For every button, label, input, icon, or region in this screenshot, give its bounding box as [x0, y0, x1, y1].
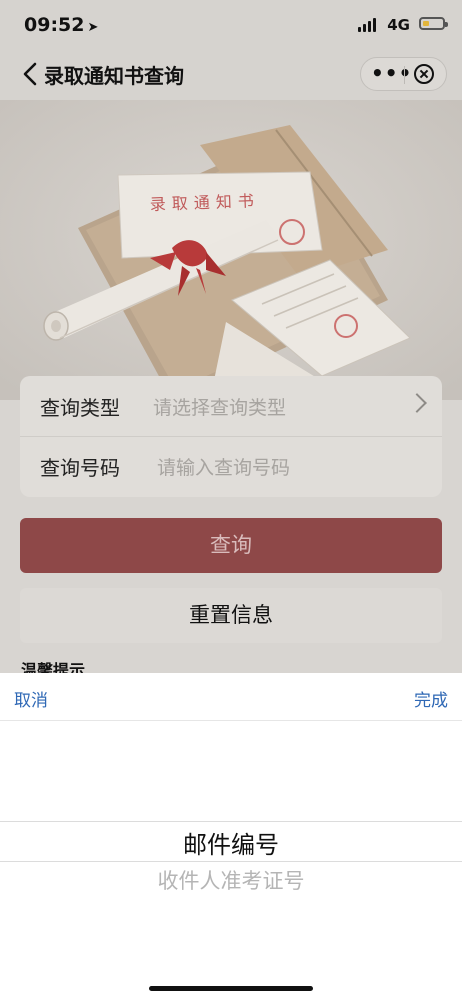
admission-letter-image: 录取通知书	[0, 100, 462, 400]
picker-option[interactable]: 收件人准考证号	[0, 865, 462, 895]
picker-option-selected[interactable]: 邮件编号	[0, 825, 462, 860]
app-screen: 09:52 ➤ 4G 录取通知书查询 ••• 录取通知书 查询类型 请选择查询类…	[0, 0, 462, 1000]
picker-cancel-button[interactable]: 取消	[14, 686, 48, 711]
status-time-text: 09:52	[24, 14, 85, 36]
close-icon[interactable]	[414, 64, 434, 84]
picker-sheet: 取消 完成 邮件编号 收件人准考证号	[0, 673, 462, 1000]
reset-button[interactable]: 重置信息	[20, 588, 442, 643]
network-type: 4G	[387, 16, 410, 34]
signal-icon	[358, 18, 378, 32]
query-number-label: 查询号码	[40, 456, 120, 480]
status-time: 09:52 ➤	[24, 14, 98, 36]
back-arrow-icon[interactable]	[20, 59, 44, 89]
tip-heading: 温馨提示	[21, 661, 86, 674]
page-title: 录取通知书查询	[44, 64, 184, 88]
home-indicator	[149, 986, 313, 991]
nav-bar: 录取通知书查询 •••	[0, 48, 462, 100]
query-type-placeholder: 请选择查询类型	[153, 397, 287, 419]
hero-illustration: 录取通知书	[0, 100, 462, 400]
miniprogram-capsule: •••	[360, 57, 447, 91]
query-number-input[interactable]: 请输入查询号码	[157, 453, 290, 480]
battery-icon	[419, 17, 448, 30]
status-bar: 09:52 ➤ 4G	[0, 0, 462, 48]
chevron-right-icon	[407, 393, 427, 413]
capsule-divider	[404, 66, 405, 84]
more-icon[interactable]: •••	[371, 62, 411, 86]
query-type-row[interactable]: 查询类型 请选择查询类型	[20, 376, 442, 437]
picker-toolbar: 取消 完成	[0, 673, 462, 721]
query-button[interactable]: 查询	[20, 518, 442, 573]
picker-highlight-top	[0, 821, 462, 822]
query-type-label: 查询类型	[40, 396, 120, 420]
query-number-row[interactable]: 查询号码 请输入查询号码	[20, 436, 442, 496]
hero-letter-text: 录取通知书	[149, 191, 260, 214]
picker-highlight-bottom	[0, 861, 462, 862]
query-form-card: 查询类型 请选择查询类型 查询号码 请输入查询号码	[20, 376, 442, 497]
picker-done-button[interactable]: 完成	[414, 686, 448, 711]
location-arrow-icon: ➤	[87, 20, 99, 35]
